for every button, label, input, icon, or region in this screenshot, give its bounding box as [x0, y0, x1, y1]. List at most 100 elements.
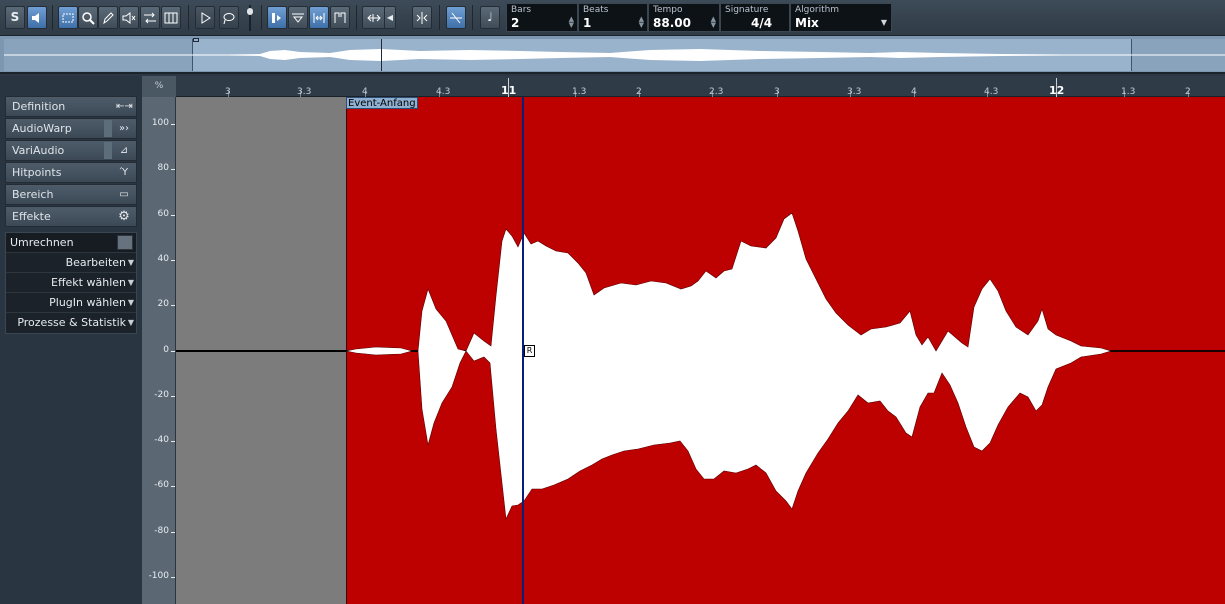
ruler-label: 3: [225, 87, 231, 97]
convert-icon[interactable]: [117, 235, 133, 250]
tab-definition[interactable]: Definition ⇤⇥: [5, 96, 137, 117]
ruler-corner: %: [142, 76, 176, 97]
scale-label: 20: [157, 299, 169, 310]
process-menu-bearbeiten[interactable]: Bearbeiten ▼: [6, 253, 136, 273]
dropdown-arrow-icon: ▼: [127, 318, 134, 327]
note-button[interactable]: ♩: [480, 6, 500, 29]
solo-button[interactable]: S: [5, 6, 25, 29]
beats-label: Beats: [583, 5, 609, 15]
time-ruler[interactable]: 3 3.3 4 4.3 11 1.3 2 2.3 3 3.3 4 4.3 12 1.3 2: [142, 76, 1225, 97]
tab-hitpoints[interactable]: Hitpoints Ύ: [5, 162, 137, 183]
tab-variaudio[interactable]: VariAudio ⊿: [5, 140, 137, 161]
tab-toggle[interactable]: [104, 142, 112, 159]
snap-button[interactable]: [267, 6, 287, 29]
tab-bereich[interactable]: Bereich ▭: [5, 184, 137, 205]
scale-tick: [171, 259, 175, 261]
tempo-label: Tempo: [653, 5, 683, 15]
tab-audiowarp[interactable]: AudioWarp »›: [5, 118, 137, 139]
scale-tick: [171, 169, 175, 171]
dropdown-arrow-icon: ▼: [127, 298, 134, 307]
cycle-dropdown[interactable]: ◀: [384, 6, 396, 29]
spin-arrows-icon[interactable]: ▲ ▼: [711, 16, 716, 29]
hitpoints-icon: [313, 13, 325, 23]
crossed-wave-icon: [450, 12, 462, 24]
transpose-button[interactable]: [412, 6, 432, 29]
process-menu-effekt[interactable]: Effekt wählen ▼: [6, 273, 136, 293]
algorithm-field[interactable]: Algorithm Mix ▼: [790, 3, 892, 32]
audition-button[interactable]: [288, 6, 308, 29]
columns-icon: [164, 12, 178, 24]
bars-value: 2: [511, 16, 520, 30]
play-icon: [201, 12, 211, 24]
loop-button[interactable]: [219, 6, 239, 29]
signature-field[interactable]: Signature 4/4: [720, 3, 790, 32]
algorithm-label: Algorithm: [795, 5, 840, 15]
tab-label: AudioWarp: [12, 122, 72, 135]
marker-button[interactable]: [330, 6, 350, 29]
event-start-label[interactable]: Event-Anfang: [346, 97, 418, 109]
inspector-panel: Definition ⇤⇥ AudioWarp »› VariAudio ⊿ Hitp…: [0, 76, 142, 604]
inspector-tabs: Definition ⇤⇥ AudioWarp »› VariAudio ⊿ Hitp…: [5, 96, 137, 228]
listen-button[interactable]: [27, 6, 47, 29]
tab-label: Effekte: [12, 210, 51, 223]
scale-label: 80: [157, 163, 169, 174]
scale-tick: [171, 305, 175, 307]
process-menu-plugin[interactable]: PlugIn wählen ▼: [6, 293, 136, 313]
zoom-tool[interactable]: [78, 6, 98, 29]
variaudio-icon: ⊿: [119, 145, 129, 156]
play-button[interactable]: [195, 6, 215, 29]
dropdown-arrow-icon: ▼: [127, 258, 134, 267]
scrub-tool[interactable]: [161, 6, 181, 29]
menu-label: Effekt wählen: [51, 276, 126, 289]
scale-tick: [171, 214, 175, 216]
ruler-label: 2: [1185, 87, 1191, 97]
scale-tick: [171, 531, 175, 533]
solo-glyph: S: [10, 10, 20, 24]
dropdown-arrow-icon[interactable]: ▼: [881, 18, 887, 27]
waveform-editor[interactable]: Event-Anfang R: [176, 97, 1225, 604]
range-select-icon: [62, 13, 74, 23]
process-menu-statistik[interactable]: Prozesse & Statistik ▼: [6, 313, 136, 333]
dropdown-arrow-icon: ▼: [127, 278, 134, 287]
algorithm-value: Mix: [795, 16, 819, 30]
warp-tool[interactable]: [140, 6, 160, 29]
quarter-note-icon: ♩: [487, 10, 493, 24]
warp-icon: »›: [118, 123, 130, 134]
mute-tool[interactable]: [119, 6, 139, 29]
bars-field[interactable]: Bars 2 ▲ ▼: [506, 3, 578, 32]
overview-cursor: [381, 39, 382, 71]
scale-label: -60: [154, 480, 169, 491]
scale-label: -20: [154, 389, 169, 400]
overview-line[interactable]: [0, 36, 1225, 74]
signature-label: Signature: [725, 5, 769, 15]
cycle-button[interactable]: [362, 6, 386, 29]
tempo-field[interactable]: Tempo 88.00 ▲ ▼: [648, 3, 720, 32]
info-line: Bars 2 ▲ ▼ Beats 1 ▲ ▼ Tempo 88.00 ▲ ▼ Sign…: [506, 3, 892, 32]
r-marker[interactable]: R: [524, 345, 535, 357]
volume-slider[interactable]: [247, 5, 253, 31]
ruler-label: 1.3: [1121, 87, 1136, 97]
scale-label: -100: [148, 571, 169, 581]
spin-arrows-icon[interactable]: ▲ ▼: [569, 16, 574, 29]
scale-label: 60: [157, 208, 169, 219]
magnifier-icon: [82, 12, 95, 25]
ruler-label: 12: [1049, 84, 1065, 97]
tab-label: Hitpoints: [12, 166, 62, 179]
triangle-left-icon: ◀: [386, 13, 394, 22]
range-tool[interactable]: [58, 6, 78, 29]
spin-arrows-icon[interactable]: ▲ ▼: [639, 16, 644, 29]
hitpoint-button[interactable]: [309, 6, 329, 29]
tab-effekte[interactable]: Effekte ⚙: [5, 206, 137, 227]
warp-arrows-icon: [144, 12, 156, 24]
draw-tool[interactable]: [98, 6, 118, 29]
process-header-label: Umrechnen: [10, 236, 74, 249]
snap-icon: [272, 13, 281, 23]
scale-label: 40: [157, 253, 169, 264]
pencil-icon: [103, 12, 114, 25]
tab-toggle[interactable]: [104, 120, 112, 137]
musical-mode-button[interactable]: [446, 6, 466, 29]
waveform-path: [345, 212, 1225, 521]
overview-range-handle[interactable]: [193, 38, 199, 42]
beats-field[interactable]: Beats 1 ▲ ▼: [578, 3, 648, 32]
scale-label: -40: [154, 435, 169, 446]
